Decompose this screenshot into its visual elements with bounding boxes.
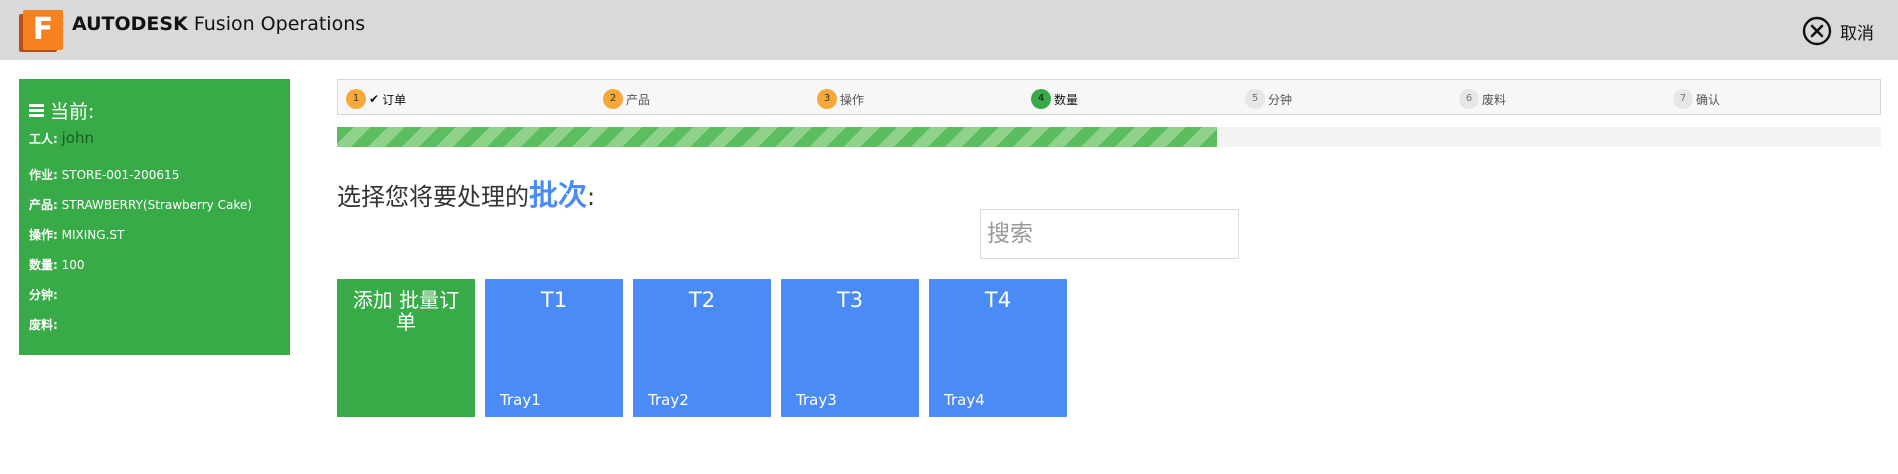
job-value: STORE-001-200615 bbox=[61, 168, 180, 182]
page-heading: 选择您将要处理的批次: bbox=[337, 172, 595, 214]
summary-product: 产品: STRAWBERRY(Strawberry Cake) bbox=[29, 196, 252, 213]
add-batch-order-label: 添加 批量订单 bbox=[352, 288, 460, 334]
step-operation[interactable]: 3 操作 bbox=[817, 89, 864, 109]
step-confirm[interactable]: 7 确认 bbox=[1673, 89, 1720, 109]
step-number: 6 bbox=[1459, 89, 1479, 109]
worker-label: 工人: bbox=[29, 132, 58, 146]
step-label: 产品 bbox=[626, 92, 651, 107]
scrap-label: 废料: bbox=[29, 318, 58, 332]
current-summary-panel: 当前: 工人: john 作业: STORE-001-200615 产品: ST… bbox=[19, 79, 290, 355]
batch-code: T2 bbox=[688, 288, 716, 312]
summary-title: 当前: bbox=[29, 97, 94, 124]
step-number: 7 bbox=[1673, 89, 1693, 109]
heading-suffix: : bbox=[587, 183, 596, 211]
add-batch-order-button[interactable]: 添加 批量订单 bbox=[337, 279, 475, 417]
step-label: 废料 bbox=[1482, 92, 1507, 107]
top-bar: F AUTODESK Fusion Operations 取消 bbox=[0, 0, 1898, 60]
heading-prefix: 选择您将要处理的 bbox=[337, 183, 529, 211]
summary-operation: 操作: MIXING.ST bbox=[29, 226, 124, 243]
heading-accent: 批次 bbox=[529, 178, 588, 212]
batch-tile-t3[interactable]: T3 Tray3 bbox=[781, 279, 919, 417]
step-number: 1 bbox=[346, 89, 366, 109]
step-label: 数量 bbox=[1054, 92, 1079, 107]
check-icon: ✔ bbox=[369, 92, 380, 106]
batch-tile-t1[interactable]: T1 Tray1 bbox=[485, 279, 623, 417]
batch-code: T4 bbox=[984, 288, 1012, 312]
step-number: 5 bbox=[1245, 89, 1265, 109]
summary-quantity: 数量: 100 bbox=[29, 256, 85, 273]
step-scrap[interactable]: 6 废料 bbox=[1459, 89, 1506, 109]
summary-scrap: 废料: bbox=[29, 316, 58, 333]
batch-code: T3 bbox=[836, 288, 864, 312]
batch-name: Tray1 bbox=[500, 391, 541, 409]
summary-minutes: 分钟: bbox=[29, 286, 58, 303]
progress-fill bbox=[337, 127, 1218, 147]
step-product[interactable]: 2 产品 bbox=[603, 89, 650, 109]
batch-tile-t2[interactable]: T2 Tray2 bbox=[633, 279, 771, 417]
logo-letter: F bbox=[23, 10, 63, 50]
summary-job: 作业: STORE-001-200615 bbox=[29, 166, 179, 183]
fusion-logo: F bbox=[19, 10, 63, 52]
operation-value: MIXING.ST bbox=[61, 228, 125, 242]
progress-bar bbox=[337, 127, 1881, 147]
step-label: 确认 bbox=[1696, 92, 1721, 107]
product-label: 产品: bbox=[29, 198, 58, 212]
quantity-value: 100 bbox=[61, 258, 85, 272]
wizard-stepper: 1 ✔ 订单 2 产品 3 操作 4 数量 5 分钟 6 废料 7 确认 bbox=[337, 79, 1881, 115]
brand-rest: Fusion Operations bbox=[187, 13, 366, 35]
cancel-label: 取消 bbox=[1840, 23, 1874, 44]
step-number: 2 bbox=[603, 89, 623, 109]
summary-title-text: 当前: bbox=[50, 101, 95, 123]
batch-name: Tray3 bbox=[796, 391, 837, 409]
step-label: 分钟 bbox=[1268, 92, 1293, 107]
batch-code: T1 bbox=[540, 288, 568, 312]
operation-label: 操作: bbox=[29, 228, 58, 242]
step-label: 订单 bbox=[382, 92, 407, 107]
step-label: 操作 bbox=[840, 92, 865, 107]
job-label: 作业: bbox=[29, 168, 58, 182]
brand-bold: AUTODESK bbox=[72, 13, 188, 35]
step-quantity[interactable]: 4 数量 bbox=[1031, 89, 1078, 109]
quantity-label: 数量: bbox=[29, 258, 58, 272]
menu-icon bbox=[29, 104, 44, 117]
step-order[interactable]: 1 ✔ 订单 bbox=[346, 89, 406, 109]
step-minutes[interactable]: 5 分钟 bbox=[1245, 89, 1292, 109]
step-number: 4 bbox=[1031, 89, 1051, 109]
minutes-label: 分钟: bbox=[29, 288, 58, 302]
cancel-button[interactable]: 取消 bbox=[1802, 14, 1874, 48]
brand-name: AUTODESK Fusion Operations bbox=[72, 13, 365, 35]
search-input[interactable] bbox=[980, 209, 1239, 259]
batch-tile-t4[interactable]: T4 Tray4 bbox=[929, 279, 1067, 417]
step-number: 3 bbox=[817, 89, 837, 109]
worker-value: john bbox=[61, 129, 94, 147]
close-circle-icon bbox=[1802, 16, 1832, 46]
product-value: STRAWBERRY(Strawberry Cake) bbox=[61, 198, 252, 212]
summary-worker: 工人: john bbox=[29, 129, 94, 147]
batch-name: Tray2 bbox=[648, 391, 689, 409]
batch-name: Tray4 bbox=[944, 391, 985, 409]
